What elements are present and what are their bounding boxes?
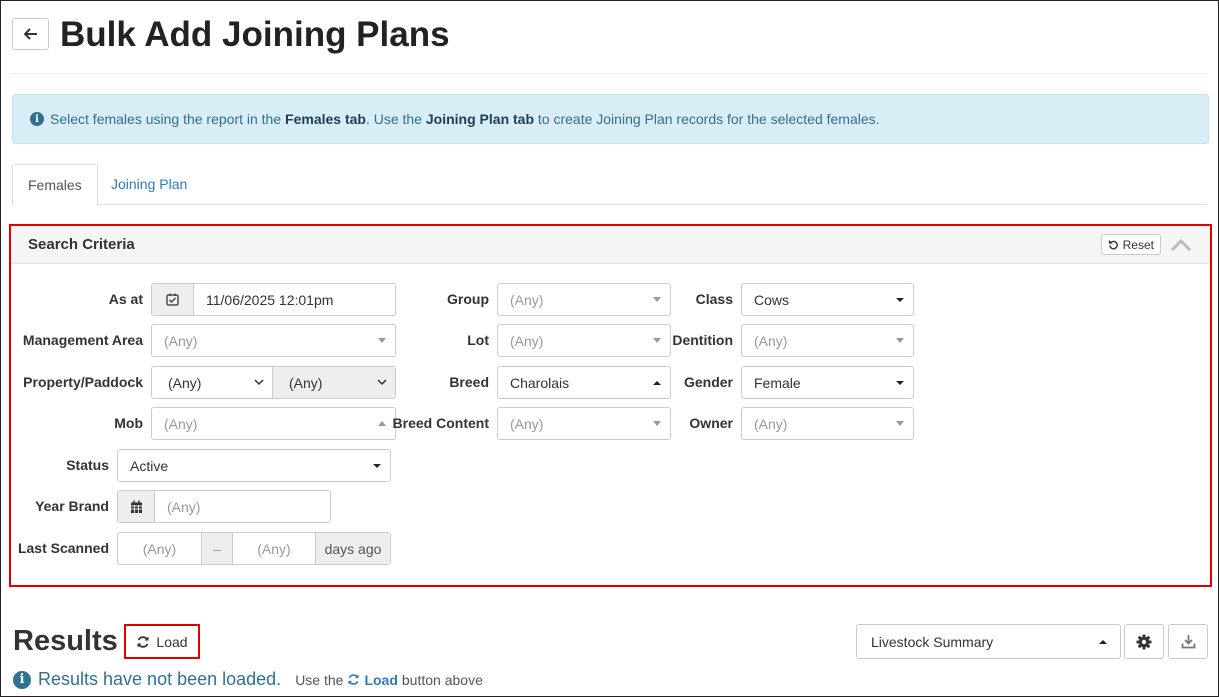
owner-select[interactable]: (Any) [741, 407, 914, 440]
download-icon [1181, 635, 1195, 649]
last-scanned-field: (Any) – (Any) days ago [117, 532, 391, 565]
chevron-down-icon [887, 338, 913, 343]
days-ago-addon: days ago [315, 533, 390, 564]
refresh-icon [137, 635, 149, 648]
header-divider [12, 73, 1207, 74]
last-scanned-from[interactable]: (Any) [118, 541, 201, 557]
tab-joining-plan[interactable]: Joining Plan [96, 164, 202, 205]
dentition-label: Dentition [672, 332, 733, 348]
info-icon: i [30, 112, 44, 126]
status-label: Status [66, 457, 109, 473]
calendar-icon [130, 500, 142, 513]
last-scanned-label: Last Scanned [17, 540, 109, 556]
panel-heading[interactable]: Search Criteria Reset [11, 226, 1210, 264]
gear-icon [1136, 634, 1152, 649]
management-area-label: Management Area [22, 332, 143, 348]
status-select[interactable]: Active [117, 449, 391, 482]
chevron-up-icon[interactable] [1170, 235, 1192, 255]
download-button[interactable] [1168, 624, 1208, 659]
caret-down-icon [364, 463, 390, 468]
class-select[interactable]: Cows [741, 283, 914, 316]
breed-content-label: Breed Content [392, 415, 489, 431]
range-separator: – [201, 533, 233, 564]
calendar-check-addon[interactable] [152, 284, 194, 315]
load-button[interactable]: Load [124, 624, 200, 659]
caret-down-icon [887, 297, 913, 302]
settings-button[interactable] [1124, 624, 1164, 659]
results-title: Results [13, 625, 118, 657]
undo-icon [1108, 239, 1118, 250]
year-brand-label: Year Brand [35, 498, 109, 514]
page-frame: Bulk Add Joining Plans i Select females … [0, 0, 1219, 697]
mob-select[interactable]: (Any) [151, 407, 396, 440]
gender-label: Gender [683, 374, 733, 390]
arrow-left-icon [23, 28, 37, 40]
tab-bar: Females Joining Plan [12, 164, 1207, 206]
chevron-down-icon [887, 421, 913, 426]
lot-label: Lot [467, 332, 489, 348]
page-title: Bulk Add Joining Plans [60, 15, 450, 54]
results-status: i Results have not been loaded. Use the … [13, 669, 483, 690]
load-hint: Use the Load button above [295, 671, 483, 688]
lot-select[interactable]: (Any) [497, 324, 671, 357]
chevron-down-icon [246, 379, 272, 386]
gender-select[interactable]: Female [741, 366, 914, 399]
mob-label: Mob [114, 415, 143, 431]
calendar-check-icon [166, 293, 179, 306]
owner-label: Owner [689, 415, 733, 431]
class-label: Class [695, 291, 733, 307]
info-banner: i Select females using the report in the… [12, 94, 1209, 144]
search-criteria-panel: Search Criteria Reset As at 11/06/2025 1… [9, 224, 1212, 587]
caret-up-icon [1086, 639, 1120, 644]
breed-label: Breed [449, 374, 489, 390]
refresh-icon [348, 674, 360, 685]
back-button[interactable] [12, 18, 49, 50]
as-at-label: As at [108, 291, 143, 307]
property-paddock-label: Property/Paddock [23, 374, 143, 390]
calendar-addon[interactable] [118, 491, 155, 522]
paddock-select[interactable]: (Any) [272, 366, 396, 399]
breed-content-select[interactable]: (Any) [497, 407, 671, 440]
property-select[interactable]: (Any) [151, 366, 273, 399]
reset-button[interactable]: Reset [1100, 234, 1161, 255]
as-at-value: 11/06/2025 12:01pm [206, 291, 334, 308]
last-scanned-to[interactable]: (Any) [233, 541, 315, 557]
as-at-field[interactable]: 11/06/2025 12:01pm [151, 283, 396, 316]
management-area-select[interactable]: (Any) [151, 324, 396, 357]
info-icon: i [13, 670, 31, 689]
report-select[interactable]: Livestock Summary [856, 624, 1121, 659]
group-select[interactable]: (Any) [497, 283, 671, 316]
dentition-select[interactable]: (Any) [741, 324, 914, 357]
year-brand-field[interactable]: (Any) [117, 490, 331, 523]
tab-females[interactable]: Females [12, 164, 98, 206]
breed-select[interactable]: Charolais [497, 366, 671, 399]
panel-title: Search Criteria [28, 236, 135, 253]
group-label: Group [447, 291, 489, 307]
banner-text: Select females using the report in the F… [50, 111, 880, 127]
caret-down-icon [887, 380, 913, 385]
